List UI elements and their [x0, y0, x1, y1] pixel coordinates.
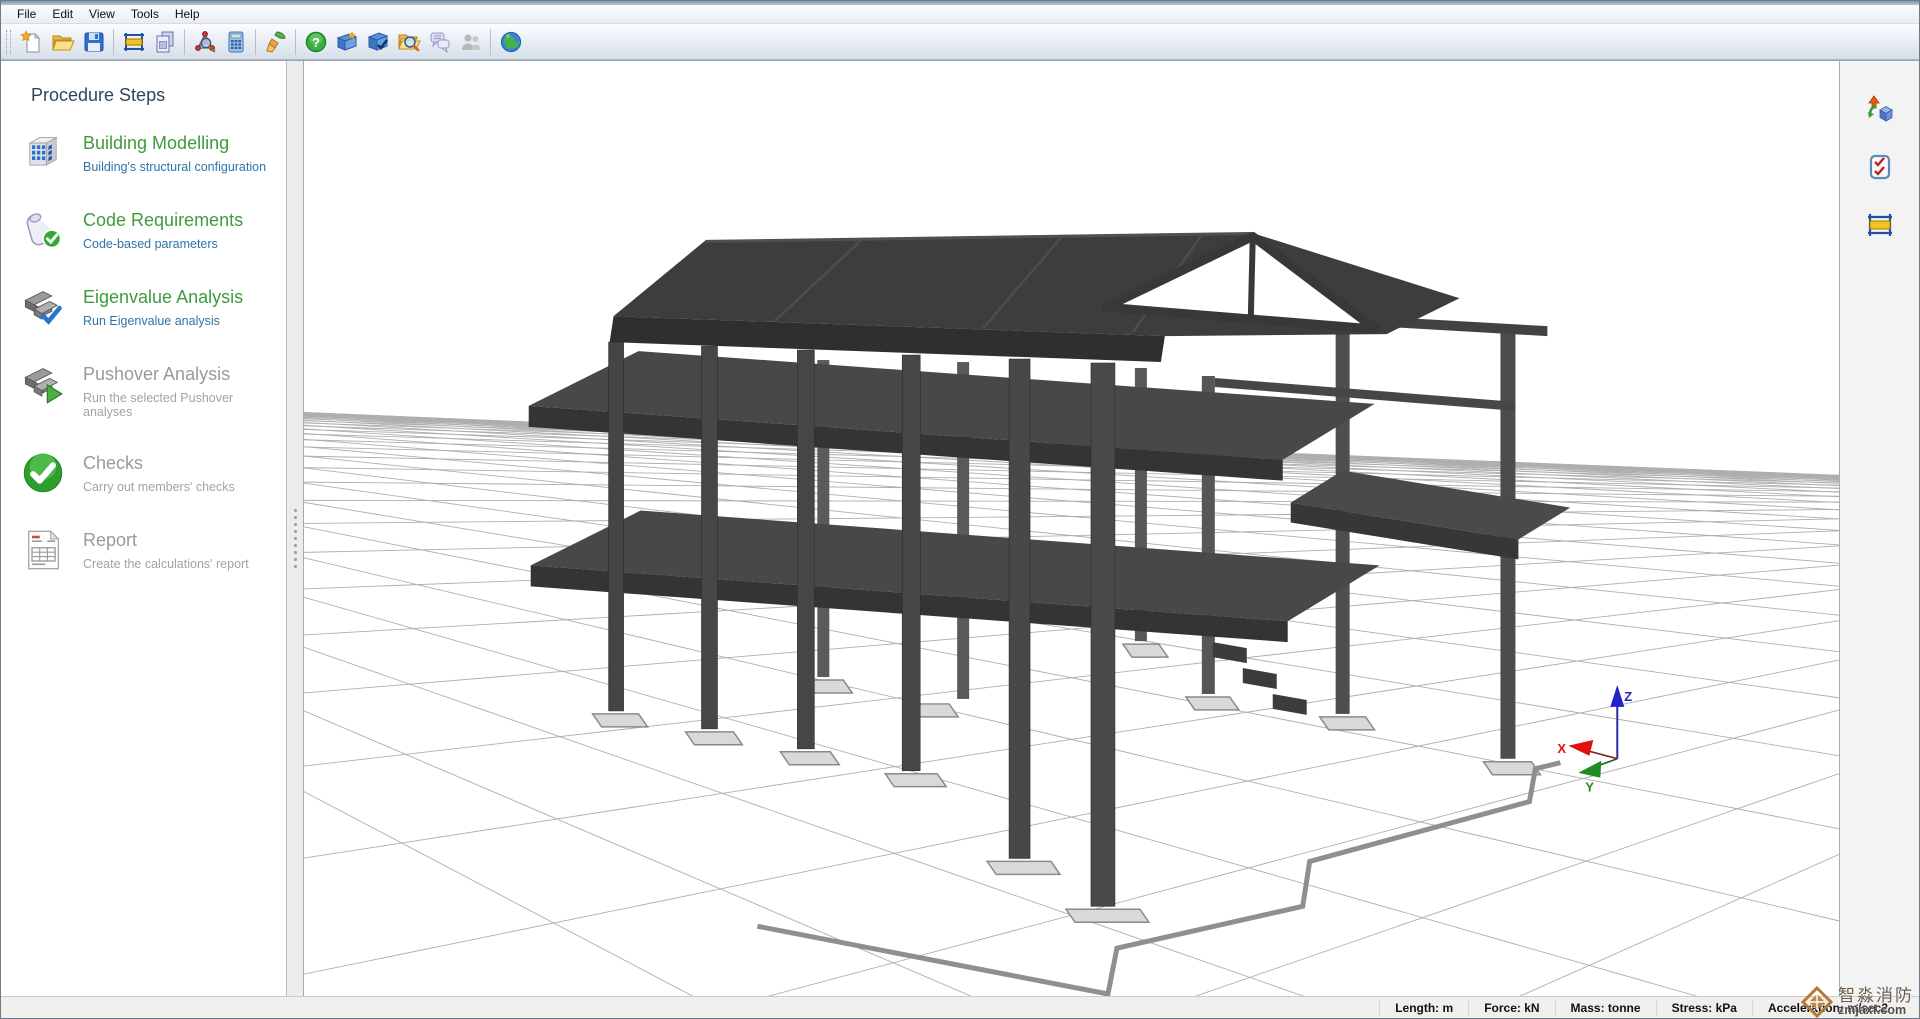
project-report-button[interactable]: [149, 27, 180, 56]
step-title: Checks: [83, 452, 235, 474]
sidebar-step-checks[interactable]: Checks Carry out members' checks: [1, 450, 286, 496]
3d-model-view-button[interactable]: [189, 27, 220, 56]
feedback-button[interactable]: [424, 27, 455, 56]
step-title: Code Requirements: [83, 209, 243, 231]
sidebar-step-pushover-analysis[interactable]: Pushover Analysis Run the selected Pusho…: [1, 361, 286, 419]
calculations-button[interactable]: [220, 27, 251, 56]
green-check-sphere-icon: [19, 450, 67, 496]
sidebar-step-report[interactable]: Report Create the calculations' report: [1, 527, 286, 573]
viewport-3d-scene[interactable]: Z X Y: [304, 61, 1839, 996]
report-pages-icon: [153, 30, 177, 54]
step-title: Eigenvalue Analysis: [83, 286, 243, 308]
open-project-button[interactable]: [47, 27, 78, 56]
axis-label-y: Y: [1585, 780, 1594, 795]
calculator-icon: [224, 30, 248, 54]
axis-label-x: X: [1557, 741, 1566, 756]
step-subtitle: Code-based parameters: [83, 237, 243, 251]
side-toolbar: [1839, 61, 1919, 996]
svg-text:?: ?: [312, 35, 320, 50]
checklist-icon: [1866, 153, 1894, 181]
globe-icon: [499, 30, 523, 54]
sidebar-step-eigenvalue-analysis[interactable]: Eigenvalue Analysis Run Eigenvalue analy…: [1, 284, 286, 330]
foundation-outline: [757, 763, 1560, 994]
foundation-footings: [593, 644, 1541, 922]
panel-splitter[interactable]: [286, 61, 304, 996]
step-subtitle: Building's structural configuration: [83, 160, 266, 174]
beam-section-icon: [122, 30, 146, 54]
step-subtitle: Create the calculations' report: [83, 557, 249, 571]
scroll-check-icon: [19, 207, 67, 253]
menu-bar: File Edit View Tools Help: [1, 5, 1919, 24]
beams-check-icon: [19, 284, 67, 330]
model-viewport: Z X Y: [304, 61, 1839, 996]
help-question-icon: ?: [304, 30, 328, 54]
status-stress: Stress: kPa: [1656, 1000, 1752, 1016]
menu-edit[interactable]: Edit: [44, 5, 81, 23]
application-window: File Edit View Tools Help: [0, 0, 1920, 1019]
member-section-button[interactable]: [1860, 207, 1900, 243]
paintbrush-icon: [264, 30, 288, 54]
beam-section-icon: [1866, 211, 1894, 239]
toolbar-separator: [184, 29, 185, 55]
status-bar: Length: m Force: kN Mass: tonne Stress: …: [1, 996, 1919, 1018]
splitter-handle: [294, 509, 297, 568]
help-button[interactable]: ?: [300, 27, 331, 56]
browse-examples-button[interactable]: [393, 27, 424, 56]
step-subtitle: Run the selected Pushover analyses: [83, 391, 280, 419]
open-folder-icon: [51, 30, 75, 54]
status-length: Length: m: [1379, 1000, 1468, 1016]
new-document-icon: [20, 30, 44, 54]
model-nodes-magnifier-icon: [193, 30, 217, 54]
speech-bubbles-icon: [428, 30, 452, 54]
book-check-icon: [366, 30, 390, 54]
axis-label-z: Z: [1624, 689, 1632, 704]
step-subtitle: Run Eigenvalue analysis: [83, 314, 243, 328]
user-manual-button[interactable]: [331, 27, 362, 56]
save-project-button[interactable]: [78, 27, 109, 56]
step-title: Pushover Analysis: [83, 363, 280, 385]
menu-file[interactable]: File: [9, 5, 44, 23]
procedure-steps-panel: Procedure Steps: [1, 61, 286, 996]
panel-title: Procedure Steps: [31, 85, 286, 106]
ground-grid: [304, 412, 1839, 996]
save-floppy-icon: [82, 30, 106, 54]
sidebar-step-building-modelling[interactable]: Building Modelling Building's structural…: [1, 130, 286, 176]
frame-sections-button[interactable]: [118, 27, 149, 56]
building-icon: [19, 130, 67, 176]
display-options-button[interactable]: [260, 27, 291, 56]
workspace: Procedure Steps: [1, 60, 1919, 996]
people-icon: [459, 30, 483, 54]
main-toolbar: ?: [1, 24, 1919, 60]
status-mass: Mass: tonne: [1555, 1000, 1656, 1016]
step-title: Building Modelling: [83, 132, 266, 154]
status-acceleration: Acceleration: m/sec2: [1752, 1000, 1903, 1016]
beams-play-icon: [19, 361, 67, 407]
axis-triad: Z X Y: [1557, 685, 1632, 795]
step-title: Report: [83, 529, 249, 551]
axes-cube-icon: [1866, 95, 1894, 123]
toolbar-gripper[interactable]: [6, 30, 11, 54]
step-subtitle: Carry out members' checks: [83, 480, 235, 494]
toolbar-separator: [255, 29, 256, 55]
forum-button[interactable]: [455, 27, 486, 56]
checks-list-button[interactable]: [1860, 149, 1900, 185]
status-force: Force: kN: [1468, 1000, 1554, 1016]
toolbar-separator: [113, 29, 114, 55]
toolbar-separator: [295, 29, 296, 55]
menu-help[interactable]: Help: [167, 5, 208, 23]
view-orientation-button[interactable]: [1860, 91, 1900, 127]
report-page-icon: [19, 527, 67, 573]
toolbar-separator: [490, 29, 491, 55]
new-project-button[interactable]: [16, 27, 47, 56]
folder-search-icon: [397, 30, 421, 54]
website-button[interactable]: [495, 27, 526, 56]
verification-manual-button[interactable]: [362, 27, 393, 56]
sidebar-step-code-requirements[interactable]: Code Requirements Code-based parameters: [1, 207, 286, 253]
book-new-icon: [335, 30, 359, 54]
menu-view[interactable]: View: [81, 5, 123, 23]
menu-tools[interactable]: Tools: [123, 5, 167, 23]
